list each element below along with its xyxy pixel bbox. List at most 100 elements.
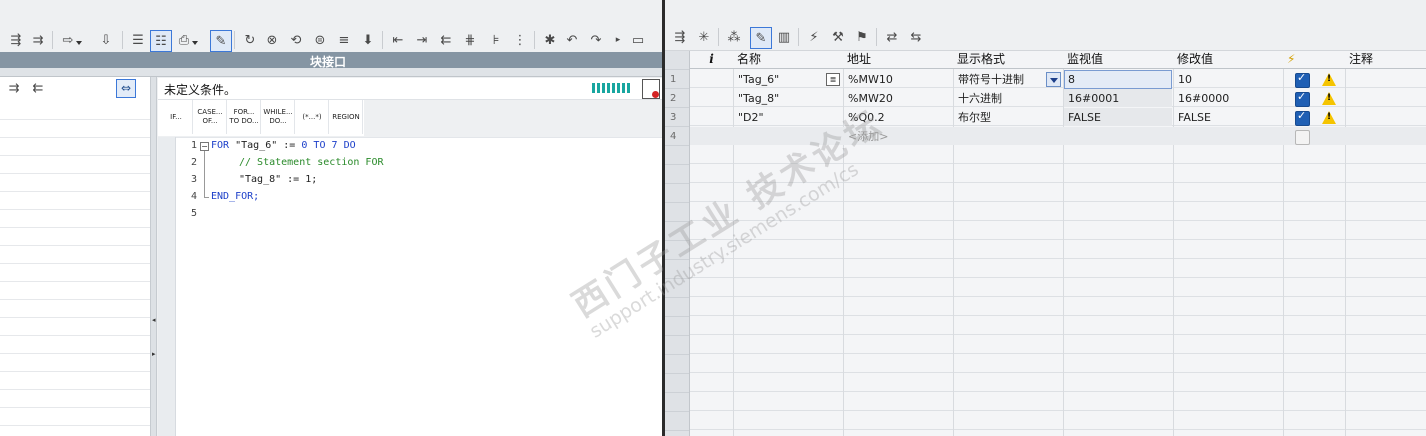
- add-row-placeholder[interactable]: <添加>: [844, 127, 888, 146]
- goto-next-icon[interactable]: ⇥: [412, 30, 432, 50]
- cell-modify[interactable]: FALSE: [1174, 108, 1211, 127]
- header-comment[interactable]: 注释: [1345, 51, 1426, 69]
- watch-table-body: [690, 69, 1426, 436]
- delete-network-icon[interactable]: ⇉: [28, 30, 48, 50]
- modify-checkbox[interactable]: [1295, 90, 1310, 107]
- step-over-icon[interactable]: ⋮: [510, 30, 530, 50]
- grid-icon[interactable]: ⋕: [460, 30, 480, 50]
- header-info[interactable]: i: [690, 51, 734, 69]
- cell-monitor[interactable]: FALSE: [1064, 108, 1101, 127]
- header-monitor-value[interactable]: 监视值: [1063, 51, 1178, 69]
- condition-text: 未定义条件。: [164, 83, 237, 97]
- goto-prev-icon[interactable]: ⇇: [436, 30, 456, 50]
- step-icon[interactable]: ⊧: [486, 30, 506, 50]
- stop-monitor-icon[interactable]: [642, 79, 660, 99]
- row-number[interactable]: 4: [666, 127, 694, 146]
- palette-case-button[interactable]: CASE... OF...: [194, 100, 227, 134]
- grid-col-line: [1283, 51, 1284, 436]
- cell-name[interactable]: "D2": [734, 108, 764, 127]
- add-row-icon[interactable]: ✳: [694, 27, 714, 47]
- row-number[interactable]: 1: [666, 70, 694, 89]
- header-modify-value[interactable]: 修改值: [1173, 51, 1288, 69]
- splitter-right-arrow-icon[interactable]: ▸: [152, 350, 156, 358]
- code-editor[interactable]: [158, 137, 662, 436]
- palette-while-button[interactable]: WHILE... DO...: [262, 100, 295, 134]
- list-view-icon[interactable]: ▥: [774, 27, 794, 47]
- swap-panel-button[interactable]: ⇔: [116, 79, 136, 98]
- monitor-on-icon[interactable]: ↻: [240, 30, 260, 50]
- header-name[interactable]: 名称: [733, 51, 848, 69]
- compare-icon[interactable]: ⊜: [310, 30, 330, 50]
- indent-icon[interactable]: ☰: [128, 30, 148, 50]
- line-number-4: 4: [190, 191, 197, 202]
- literal-zero: 0: [301, 140, 308, 151]
- delete-row-icon[interactable]: ⇩: [96, 30, 116, 50]
- cell-modify[interactable]: 16#0000: [1174, 89, 1229, 108]
- header-address[interactable]: 地址: [843, 51, 958, 69]
- code-line-4[interactable]: END_FOR;: [211, 191, 259, 202]
- line-number-2: 2: [190, 157, 197, 168]
- modify-checkbox[interactable]: [1295, 130, 1310, 145]
- code-line-3[interactable]: "Tag_8" := 1;: [239, 174, 317, 185]
- modify-now-icon[interactable]: ⚡: [804, 27, 824, 47]
- tree-collapse-icon[interactable]: ⇇: [28, 78, 48, 98]
- monitor-off-icon[interactable]: ⊗: [262, 30, 282, 50]
- jump-back-icon[interactable]: ↷: [586, 30, 606, 50]
- palette-region-button[interactable]: REGION: [330, 100, 363, 134]
- cell-address[interactable]: %MW20: [844, 89, 893, 108]
- vertical-splitter[interactable]: [151, 77, 157, 436]
- modify-checkbox[interactable]: [1295, 109, 1310, 126]
- goto-first-icon[interactable]: ⇤: [388, 30, 408, 50]
- cell-address[interactable]: %MW10: [844, 70, 893, 89]
- force-icon[interactable]: ⚑: [852, 27, 872, 47]
- monitor-once-icon[interactable]: ⇄: [882, 27, 902, 47]
- modify-checkbox[interactable]: [1295, 71, 1310, 88]
- splitter-left-arrow-icon[interactable]: ◂: [152, 316, 156, 324]
- editor-left-margin: [158, 137, 176, 436]
- print-icon[interactable]: ⎙: [174, 30, 198, 50]
- fold-toggle-icon[interactable]: −: [200, 142, 209, 151]
- header-modify-flag-icon[interactable]: ⚡: [1283, 51, 1350, 69]
- monitor-value-focused[interactable]: [1064, 70, 1172, 89]
- palette-for-button[interactable]: FOR... TO DO...: [228, 100, 261, 134]
- cell-monitor[interactable]: 8: [1064, 70, 1075, 89]
- code-line-2[interactable]: // Statement section FOR: [239, 157, 384, 168]
- cell-monitor[interactable]: 16#0001: [1064, 89, 1119, 108]
- more-arrow-icon[interactable]: ▸: [608, 30, 628, 50]
- cell-modify[interactable]: 10: [1174, 70, 1192, 89]
- condition-bar: 未定义条件。: [158, 78, 662, 100]
- cell-format[interactable]: 十六进制: [954, 89, 1002, 108]
- cell-address[interactable]: %Q0.2: [844, 108, 885, 127]
- list-icon[interactable]: ≡: [334, 30, 354, 50]
- cell-format[interactable]: 布尔型: [954, 108, 991, 127]
- tag-list-icon[interactable]: ≣: [826, 73, 840, 86]
- download-icon[interactable]: ⬇: [358, 30, 378, 50]
- edit-mode-icon[interactable]: ✎: [750, 27, 772, 49]
- block-interface-bar[interactable]: 块接口: [0, 52, 662, 69]
- row-number[interactable]: 3: [666, 108, 694, 127]
- breakpoint-icon[interactable]: ✱: [540, 30, 560, 50]
- palette-comment-button[interactable]: (*...*): [296, 100, 329, 134]
- format-dropdown-button[interactable]: [1046, 72, 1061, 87]
- cell-name[interactable]: "Tag_6": [734, 70, 779, 89]
- palette-if-button[interactable]: IF...: [160, 100, 193, 134]
- code-line-1[interactable]: FOR "Tag_6" := 0 TO 7 DO: [211, 140, 356, 151]
- insert-row-icon[interactable]: ⇨: [58, 30, 82, 50]
- insert-row-icon[interactable]: ⇶: [670, 27, 690, 47]
- refresh-icon[interactable]: ⟲: [286, 30, 306, 50]
- tree-expand-icon[interactable]: ⇉: [4, 78, 24, 98]
- highlight-icon[interactable]: ✎: [210, 30, 232, 52]
- block-interface-strip: [0, 68, 662, 77]
- insert-network-icon[interactable]: ⇶: [6, 30, 26, 50]
- grid-col-line: [1345, 51, 1346, 436]
- jump-icon[interactable]: ↶: [562, 30, 582, 50]
- block-view-icon[interactable]: ☷: [150, 30, 172, 52]
- window-icon[interactable]: ▭: [628, 30, 648, 50]
- row-number[interactable]: 2: [666, 89, 694, 108]
- modify-trigger-icon[interactable]: ⚒: [828, 27, 848, 47]
- cell-name[interactable]: "Tag_8": [734, 89, 779, 108]
- monitor-all-icon[interactable]: ⁂: [724, 27, 744, 47]
- cell-format[interactable]: 带符号十进制: [954, 70, 1024, 89]
- header-format[interactable]: 显示格式: [953, 51, 1068, 69]
- monitor-permanent-icon[interactable]: ⇆: [906, 27, 926, 47]
